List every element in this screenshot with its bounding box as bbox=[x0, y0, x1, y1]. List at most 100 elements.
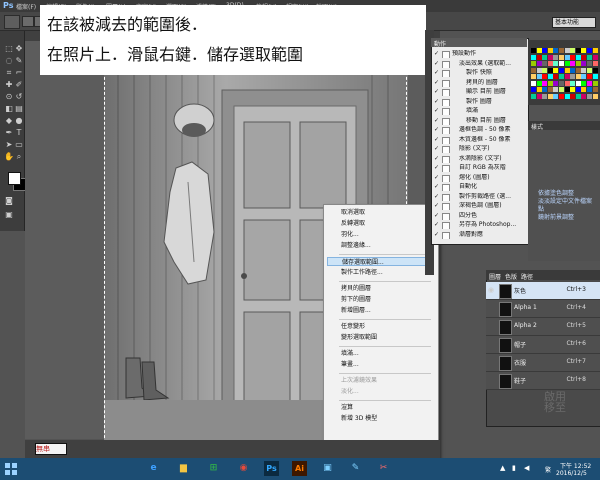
tool-preset-picker[interactable] bbox=[4, 15, 20, 29]
channel-row[interactable]: 鞋子 Ctrl+8 bbox=[486, 372, 600, 390]
color-swatch[interactable] bbox=[542, 61, 548, 66]
color-swatch[interactable] bbox=[536, 54, 542, 60]
color-swatch[interactable] bbox=[570, 48, 576, 53]
network-icon[interactable]: ▮ bbox=[512, 464, 516, 472]
action-dialog-toggle[interactable] bbox=[442, 231, 450, 239]
color-swatch[interactable] bbox=[570, 54, 576, 60]
action-check-icon[interactable]: ✓ bbox=[433, 50, 440, 58]
color-swatch[interactable] bbox=[536, 87, 542, 92]
color-swatch[interactable] bbox=[570, 61, 576, 66]
move-tool-icon[interactable]: ✥ bbox=[14, 44, 24, 54]
action-dialog-toggle[interactable] bbox=[442, 193, 450, 201]
tab-styles[interactable]: 樣式 bbox=[531, 122, 543, 131]
action-check-icon[interactable]: ✓ bbox=[433, 212, 440, 220]
color-swatch[interactable] bbox=[564, 54, 570, 60]
color-swatch[interactable] bbox=[575, 48, 581, 53]
clock-time[interactable]: 下午 12:52 bbox=[560, 461, 591, 470]
color-swatch[interactable] bbox=[564, 93, 570, 99]
action-check-icon[interactable]: ✓ bbox=[433, 231, 440, 239]
color-swatch[interactable] bbox=[542, 48, 548, 53]
context-menu-item[interactable]: 剪下的圖層 bbox=[327, 295, 431, 304]
color-swatch[interactable] bbox=[575, 80, 581, 86]
context-menu-item[interactable]: 渲算 bbox=[327, 403, 431, 412]
color-swatch[interactable] bbox=[587, 74, 592, 79]
color-swatch[interactable] bbox=[542, 67, 548, 73]
action-dialog-toggle[interactable] bbox=[442, 51, 450, 58]
snipping-icon[interactable]: ✂ bbox=[376, 461, 391, 476]
color-swatch[interactable] bbox=[553, 54, 559, 60]
action-dialog-toggle[interactable] bbox=[442, 165, 450, 172]
action-dialog-toggle[interactable] bbox=[442, 146, 450, 153]
color-swatch[interactable] bbox=[531, 74, 536, 79]
color-swatch[interactable] bbox=[581, 93, 587, 99]
tab-paths[interactable]: 路徑 bbox=[521, 272, 533, 281]
action-row[interactable]: ✓ 木質邊框 - 50 像素 bbox=[432, 136, 526, 144]
action-check-icon[interactable]: ✓ bbox=[433, 117, 440, 125]
color-swatch[interactable] bbox=[542, 54, 548, 60]
context-menu-item[interactable]: 羽化... bbox=[327, 230, 431, 239]
visibility-eye-icon[interactable]: ◉ bbox=[488, 286, 496, 294]
healing-tool-icon[interactable]: ✚ bbox=[4, 80, 14, 90]
color-swatch[interactable] bbox=[581, 80, 587, 86]
context-menu-item[interactable]: 筆畫... bbox=[327, 360, 431, 369]
workspace-select[interactable]: 基本功能 bbox=[552, 17, 596, 28]
color-swatch[interactable] bbox=[553, 93, 559, 99]
color-swatch[interactable] bbox=[581, 54, 587, 60]
color-swatch[interactable] bbox=[575, 54, 581, 60]
zoom-field[interactable]: 無串 bbox=[35, 443, 67, 455]
channel-row[interactable]: ◉ 灰色 Ctrl+3 bbox=[486, 282, 600, 300]
color-swatch[interactable] bbox=[575, 74, 581, 79]
color-swatch[interactable] bbox=[564, 80, 570, 86]
color-swatch[interactable] bbox=[587, 80, 592, 86]
tab-channels[interactable]: 色版 bbox=[505, 272, 517, 281]
color-swatch[interactable] bbox=[559, 48, 564, 53]
action-dialog-toggle[interactable] bbox=[442, 70, 450, 77]
color-swatch[interactable] bbox=[581, 61, 587, 66]
action-dialog-toggle[interactable] bbox=[442, 136, 450, 144]
path-select-tool-icon[interactable]: ➤ bbox=[4, 140, 14, 150]
color-swatch[interactable] bbox=[536, 67, 542, 73]
color-swatch[interactable] bbox=[547, 48, 553, 53]
color-swatch[interactable] bbox=[547, 93, 553, 99]
type-tool-icon[interactable]: T bbox=[14, 128, 24, 138]
action-dialog-toggle[interactable] bbox=[442, 89, 450, 96]
action-row[interactable]: ✓ 填滿 bbox=[432, 107, 526, 115]
color-swatch[interactable] bbox=[592, 67, 598, 73]
shape-tool-icon[interactable]: ▭ bbox=[14, 140, 24, 150]
color-swatch[interactable] bbox=[592, 80, 598, 86]
context-menu-item[interactable]: 填滿... bbox=[327, 349, 431, 358]
context-menu-item[interactable]: 製作工作路徑... bbox=[327, 268, 431, 277]
photoshop-taskbar-icon[interactable]: Ps bbox=[264, 461, 279, 476]
action-dialog-toggle[interactable] bbox=[442, 117, 450, 125]
color-swatch[interactable] bbox=[592, 61, 598, 66]
color-swatch[interactable] bbox=[587, 93, 592, 99]
color-swatch[interactable] bbox=[553, 61, 559, 66]
sketch-icon[interactable]: ✎ bbox=[348, 461, 363, 476]
history-brush-icon[interactable]: ↺ bbox=[14, 92, 24, 102]
channel-row[interactable]: Alpha 2 Ctrl+5 bbox=[486, 318, 600, 336]
color-swatch[interactable] bbox=[559, 67, 564, 73]
color-swatch[interactable] bbox=[536, 74, 542, 79]
color-swatch[interactable] bbox=[536, 80, 542, 86]
color-swatch[interactable] bbox=[536, 61, 542, 66]
color-swatch[interactable] bbox=[570, 87, 576, 92]
color-swatch[interactable] bbox=[559, 61, 564, 66]
action-row[interactable]: ✓ 拷貝的 圖層 bbox=[432, 79, 526, 87]
illustrator-taskbar-icon[interactable]: Ai bbox=[292, 461, 307, 476]
action-dialog-toggle[interactable] bbox=[442, 155, 450, 163]
action-dialog-toggle[interactable] bbox=[442, 212, 450, 220]
tray-arrow-icon[interactable]: ▲ bbox=[500, 464, 505, 472]
channel-row[interactable]: Alpha 1 Ctrl+4 bbox=[486, 300, 600, 318]
color-swatch[interactable] bbox=[531, 87, 536, 92]
start-button[interactable] bbox=[5, 463, 17, 475]
action-check-icon[interactable]: ✓ bbox=[433, 98, 440, 106]
action-check-icon[interactable]: ✓ bbox=[433, 60, 440, 68]
tab-actions[interactable]: 動作 bbox=[434, 39, 446, 48]
clone-tool-icon[interactable]: ⊙ bbox=[4, 92, 14, 102]
color-swatch[interactable] bbox=[587, 48, 592, 53]
eyedropper-tool-icon[interactable]: ⌐ bbox=[14, 68, 24, 78]
color-swatch[interactable] bbox=[559, 74, 564, 79]
action-row[interactable]: ✓ 四分色 bbox=[432, 212, 526, 220]
store-icon[interactable]: ⊞ bbox=[206, 461, 221, 476]
action-row[interactable]: ✓ 顯示 目前 圖層 bbox=[432, 88, 526, 96]
